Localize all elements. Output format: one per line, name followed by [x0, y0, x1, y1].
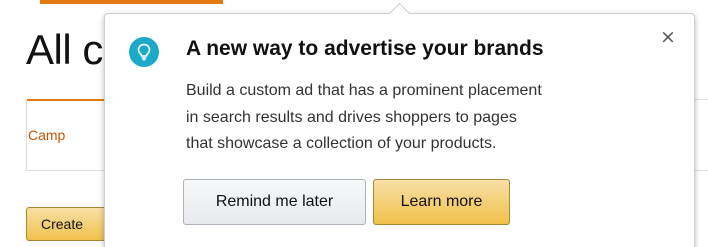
learn-more-button[interactable]: Learn more: [373, 179, 510, 225]
lightbulb-icon: [129, 37, 159, 67]
popover-title: A new way to advertise your brands: [186, 37, 544, 60]
top-nav-accent: [40, 0, 223, 4]
popover-body-line: in search results and drives shoppers to…: [186, 108, 517, 126]
popover-body-line: that showcase a collection of your produ…: [186, 135, 497, 152]
page-title: All c: [26, 26, 103, 73]
tab-campaigns[interactable]: Camp: [28, 127, 65, 143]
close-icon[interactable]: ×: [660, 28, 676, 47]
page: All c Camp Create A new way to advertise…: [0, 0, 708, 247]
popover-body-line: Build a custom ad that has a prominent p…: [186, 82, 542, 99]
remind-me-later-button[interactable]: Remind me later: [183, 179, 366, 225]
popover-body: Build a custom ad that has a prominent p…: [186, 78, 666, 158]
